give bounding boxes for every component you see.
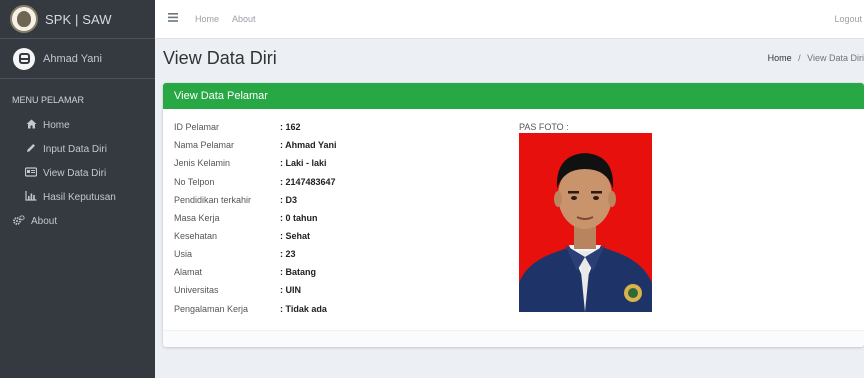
applicant-photo <box>519 133 652 312</box>
brand-link[interactable]: SPK | SAW <box>0 0 155 39</box>
field-label: Nama Pelamar <box>174 140 235 150</box>
sidebar-item-home[interactable]: Home <box>0 113 155 137</box>
field-value: : 23 <box>280 249 296 259</box>
bar-chart-icon <box>25 190 37 204</box>
breadcrumb: Home / View Data Diri <box>768 53 864 63</box>
field-value: : 0 tahun <box>280 213 318 223</box>
field-value: : UIN <box>280 285 301 295</box>
user-avatar-icon <box>13 47 35 70</box>
sidebar-item-label: Home <box>43 119 70 131</box>
field-label: Masa Kerja <box>174 213 220 223</box>
field-value: : 162 <box>280 122 301 132</box>
field-value: : Ahmad Yani <box>280 140 337 150</box>
card-body: ID Pelamar : 162 Nama Pelamar : Ahmad Ya… <box>163 109 864 331</box>
field-row: Universitas : UIN <box>174 285 301 299</box>
field-value: : D3 <box>280 195 298 205</box>
university-logo-icon <box>10 5 38 33</box>
field-value: : Sehat <box>280 231 311 241</box>
sidebar-item-view-data-diri[interactable]: View Data Diri <box>0 161 155 185</box>
breadcrumb-separator: / <box>798 53 801 63</box>
field-row: Kesehatan : Sehat <box>174 231 310 245</box>
field-value: : 2147483647 <box>280 177 336 187</box>
field-value: : Tidak ada <box>280 304 327 314</box>
field-row: Masa Kerja : 0 tahun <box>174 213 318 227</box>
brand-title: SPK | SAW <box>45 11 112 27</box>
field-value: : Batang <box>280 267 316 277</box>
sidebar-item-label: View Data Diri <box>43 167 107 179</box>
field-label: Pendidikan terkahir <box>174 195 252 205</box>
breadcrumb-home-link[interactable]: Home <box>768 53 792 63</box>
field-label: Pengalaman Kerja <box>174 304 249 314</box>
menu-header: MENU PELAMAR <box>12 95 85 105</box>
sidebar-item-input-data-diri[interactable]: Input Data Diri <box>0 137 155 161</box>
field-label: No Telpon <box>174 177 215 187</box>
field-label: Jenis Kelamin <box>174 158 231 168</box>
applicant-data-card: View Data Pelamar ID Pelamar : 162 Nama … <box>163 83 864 347</box>
sidebar-item-label: About <box>31 215 58 227</box>
field-label: Kesehatan <box>174 231 218 241</box>
card-title: View Data Pelamar <box>174 90 268 102</box>
logout-link[interactable]: Logout <box>834 14 862 24</box>
cogs-icon <box>13 214 25 228</box>
card-footer <box>163 331 864 347</box>
field-value: : Laki - laki <box>280 158 327 168</box>
card-header: View Data Pelamar <box>163 83 864 109</box>
home-icon <box>25 119 37 132</box>
field-row: Usia : 23 <box>174 249 296 263</box>
photo-label: PAS FOTO : <box>519 122 569 132</box>
nav-link-about[interactable]: About <box>232 14 256 24</box>
top-navbar: Home About Logout <box>155 0 864 39</box>
id-card-icon <box>24 166 38 180</box>
field-label: Usia <box>174 249 193 259</box>
field-row: Pendidikan terkahir : D3 <box>174 195 297 209</box>
field-row: Pengalaman Kerja : Tidak ada <box>174 304 327 318</box>
field-row: Alamat : Batang <box>174 267 316 281</box>
field-label: Alamat <box>174 267 203 277</box>
field-label: Universitas <box>174 285 219 295</box>
sidebar-item-hasil-keputusan[interactable]: Hasil Keputusan <box>0 185 155 209</box>
field-row: No Telpon : 2147483647 <box>174 177 336 191</box>
field-row: ID Pelamar : 162 <box>174 122 301 136</box>
user-name: Ahmad Yani <box>43 52 102 65</box>
nav-link-home[interactable]: Home <box>195 14 219 24</box>
hamburger-menu-icon[interactable] <box>168 13 178 25</box>
sidebar: SPK | SAW Ahmad Yani MENU PELAMAR Home I… <box>0 0 155 378</box>
field-row: Nama Pelamar : Ahmad Yani <box>174 140 337 154</box>
field-label: ID Pelamar <box>174 122 220 132</box>
sidebar-item-label: Hasil Keputusan <box>43 191 116 203</box>
breadcrumb-current: View Data Diri <box>807 53 864 63</box>
user-panel[interactable]: Ahmad Yani <box>0 39 155 79</box>
sidebar-item-about[interactable]: About <box>0 209 155 233</box>
sidebar-item-label: Input Data Diri <box>43 143 107 155</box>
page-title: View Data Diri <box>163 48 277 68</box>
field-row: Jenis Kelamin : Laki - laki <box>174 158 327 172</box>
pencil-icon <box>25 143 37 156</box>
